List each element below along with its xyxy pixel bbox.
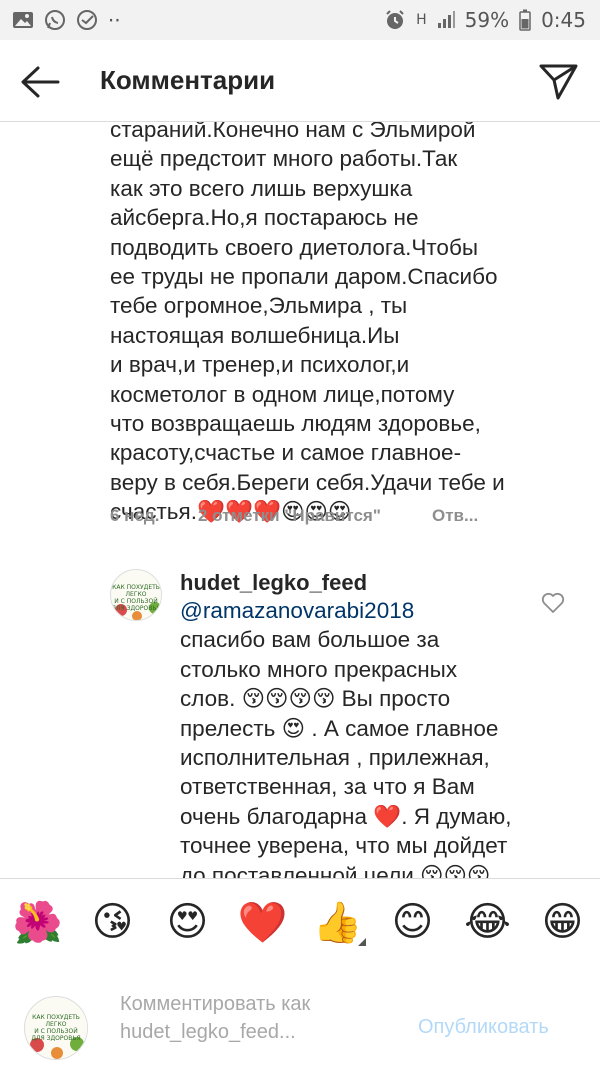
comment-likes-link[interactable]: 2 отметки "Нравится" xyxy=(198,506,432,526)
battery-percent: 59% xyxy=(464,8,510,32)
whatsapp-icon xyxy=(44,9,66,31)
reply-comment-body: @ramazanovarabi2018 спасибо вам большое з… xyxy=(180,596,550,878)
sberbank-icon xyxy=(76,9,98,31)
mention-link[interactable]: @ramazanovarabi2018 xyxy=(180,598,414,623)
publish-button[interactable]: Опубликовать xyxy=(418,1016,549,1039)
avatar-line-3: И С ПОЛЬЗОЙ xyxy=(114,598,158,605)
tears-of-joy-emoji-button[interactable]: 😂 xyxy=(458,892,518,952)
network-type: H xyxy=(416,12,427,28)
app-header: Комментарии xyxy=(0,40,600,120)
status-bar-right: H 59% 0:45 xyxy=(384,8,586,32)
battery-icon xyxy=(519,9,531,31)
clock: 0:45 xyxy=(541,8,586,32)
gallery-icon xyxy=(12,10,34,30)
status-bar-left: ⋅⋅ xyxy=(12,8,121,32)
my-avatar: КАК ПОХУДЕТЬ ЛЕГКО И С ПОЛЬЗОЙ ДЛЯ ЗДОРО… xyxy=(24,996,88,1060)
like-comment-button[interactable] xyxy=(541,592,565,614)
comment-time: 6 нед. xyxy=(110,506,160,525)
direct-send-button[interactable] xyxy=(538,60,580,102)
red-heart-emoji-button[interactable]: ❤️ xyxy=(233,892,293,952)
paper-plane-icon xyxy=(539,64,578,100)
heart-eyes-emoji-button[interactable]: 😍 xyxy=(158,892,218,952)
avatar-line-4: ДЛЯ ЗДОРОВЬЯ xyxy=(31,1035,81,1042)
signal-icon xyxy=(437,11,455,29)
heart-outline-icon xyxy=(541,592,565,613)
avatar-line-2: ЛЕГКО xyxy=(45,1021,67,1028)
grin-emoji-button[interactable]: 😁 xyxy=(533,892,593,952)
reply-link[interactable]: Отв... xyxy=(432,506,478,526)
comment-text: стараний.Конечно нам с Эльмирой ещё пред… xyxy=(110,122,505,525)
avatar[interactable]: КАК ПОХУДЕТЬ ЛЕГКО И С ПОЛЬЗОЙ ДЛЯ ЗДОРО… xyxy=(110,569,162,621)
comment-meta: 6 нед. 2 отметки "Нравится" Отв... xyxy=(110,506,478,526)
skin-tone-indicator xyxy=(358,938,366,946)
emoji-quick-bar: 🌺 😘 😍 ❤️ 👍 😊 😂 😁 xyxy=(0,878,600,965)
smile-emoji-button[interactable]: 😊 xyxy=(383,892,443,952)
avatar-line-3: И С ПОЛЬЗОЙ xyxy=(34,1028,78,1035)
avatar-line-1: КАК ПОХУДЕТЬ xyxy=(112,584,160,591)
hibiscus-emoji-button[interactable]: 🌺 xyxy=(8,892,68,952)
status-bar: ⋅⋅ H 59% 0:45 xyxy=(0,0,600,40)
reply-comment-text: спасибо вам большое за столько много пре… xyxy=(180,627,512,878)
comment-input[interactable] xyxy=(120,990,400,1050)
comments-list[interactable]: стараний.Конечно нам с Эльмирой ещё пред… xyxy=(0,122,600,878)
alarm-icon xyxy=(384,9,406,31)
reply-username[interactable]: hudet_legko_feed xyxy=(180,570,367,596)
notification-dots: ⋅⋅ xyxy=(108,8,121,32)
back-arrow-icon xyxy=(21,66,60,98)
back-button[interactable] xyxy=(18,64,62,100)
kiss-wink-emoji-button[interactable]: 😘 xyxy=(83,892,143,952)
avatar-line-1: КАК ПОХУДЕТЬ xyxy=(32,1014,80,1021)
avatar-line-2: ЛЕГКО xyxy=(125,591,147,598)
page-title: Комментарии xyxy=(100,65,276,95)
avatar-line-4: ДЛЯ ЗДОРОВЬЯ xyxy=(111,605,161,612)
